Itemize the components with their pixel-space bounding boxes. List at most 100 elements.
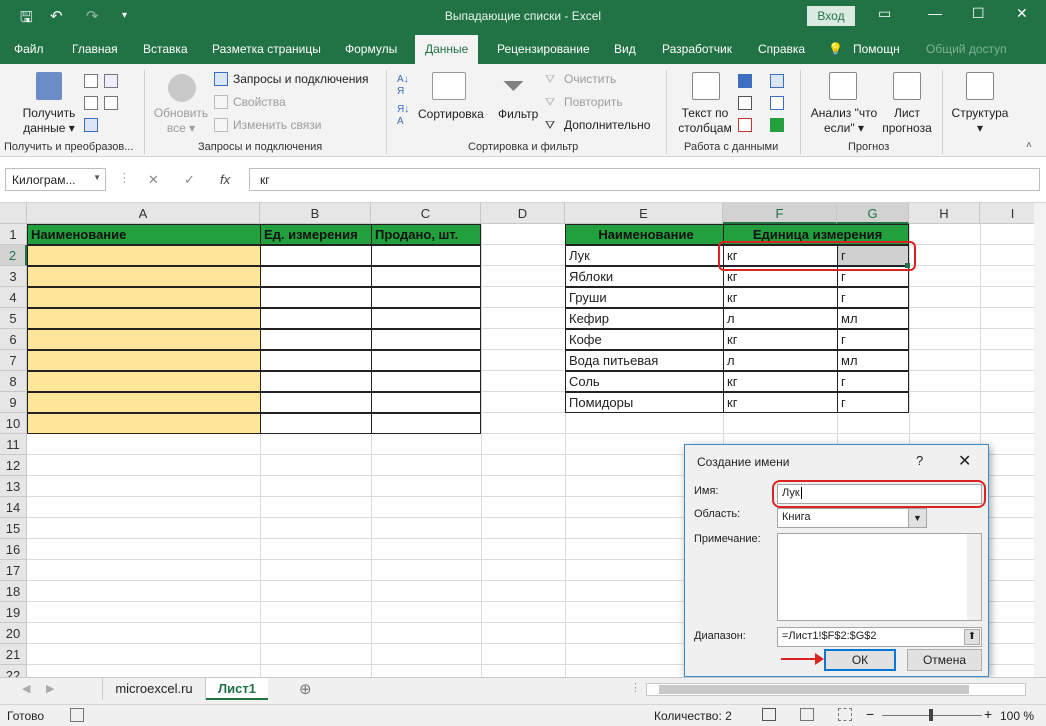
table1-cell[interactable]: [260, 350, 372, 371]
vertical-scrollbar[interactable]: [1034, 203, 1046, 677]
zoom-level[interactable]: 100 %: [1000, 709, 1034, 723]
table2-cell-unit[interactable]: мл: [837, 308, 909, 329]
tell-me-input[interactable]: Помощн: [853, 42, 900, 56]
add-sheet-icon[interactable]: ⊕: [299, 680, 312, 698]
enter-icon[interactable]: ✓: [184, 172, 195, 188]
edit-links-button[interactable]: Изменить связи: [233, 118, 321, 132]
row-header[interactable]: 21: [0, 644, 27, 665]
table1-cell[interactable]: [260, 329, 372, 350]
range-field[interactable]: =Лист1!$F$2:$G$2 ⬆: [777, 627, 982, 647]
table2-header-name[interactable]: Наименование: [565, 224, 724, 245]
tab-view[interactable]: Вид: [614, 42, 636, 56]
row-header[interactable]: 9: [0, 392, 27, 413]
from-web-icon[interactable]: [84, 96, 98, 110]
splitter-icon[interactable]: ⋮: [630, 681, 641, 694]
insert-function-icon[interactable]: fx: [220, 172, 230, 187]
row-header[interactable]: 2: [0, 245, 27, 266]
dialog-close-icon[interactable]: ✕: [958, 451, 971, 471]
table1-cell[interactable]: [27, 392, 261, 413]
tab-data[interactable]: Данные: [415, 35, 479, 64]
reapply-button[interactable]: Повторить: [564, 95, 623, 109]
comment-scrollbar[interactable]: [967, 534, 981, 620]
row-header[interactable]: 8: [0, 371, 27, 392]
table1-cell[interactable]: [260, 245, 372, 266]
relationships-icon[interactable]: [770, 96, 784, 110]
queries-connections-button[interactable]: Запросы и подключения: [233, 72, 369, 86]
table1-cell[interactable]: [27, 350, 261, 371]
table2-cell-name[interactable]: Соль: [565, 371, 724, 392]
table1-header-sold[interactable]: Продано, шт.: [371, 224, 481, 245]
minimize-icon[interactable]: —: [928, 5, 942, 21]
column-header-h[interactable]: H: [909, 203, 980, 224]
tab-help[interactable]: Справка: [758, 42, 805, 56]
column-header-f[interactable]: F: [723, 203, 837, 224]
sheet-tab-list1[interactable]: Лист1: [206, 678, 268, 700]
tab-review[interactable]: Рецензирование: [497, 42, 590, 56]
table2-cell-unit[interactable]: кг: [723, 392, 838, 413]
cancel-button[interactable]: Отмена: [907, 649, 982, 671]
table1-cell[interactable]: [371, 350, 481, 371]
scope-select[interactable]: Книга ▼: [777, 508, 927, 528]
close-icon[interactable]: ✕: [1016, 5, 1028, 22]
help-icon[interactable]: ?: [916, 453, 923, 468]
table1-cell[interactable]: [371, 266, 481, 287]
page-layout-view-icon[interactable]: [800, 708, 814, 721]
horizontal-scrollbar[interactable]: [646, 683, 1026, 696]
row-header[interactable]: 6: [0, 329, 27, 350]
row-header[interactable]: 14: [0, 497, 27, 518]
zoom-out-icon[interactable]: −: [866, 706, 874, 722]
share-button[interactable]: Общий доступ: [926, 42, 1007, 56]
name-box[interactable]: Килограм... ▼: [5, 168, 106, 191]
row-header[interactable]: 11: [0, 434, 27, 455]
tab-insert[interactable]: Вставка: [143, 42, 188, 56]
table1-cell[interactable]: [371, 287, 481, 308]
table2-cell-name[interactable]: Яблоки: [565, 266, 724, 287]
properties-button[interactable]: Свойства: [233, 95, 286, 109]
row-header[interactable]: 16: [0, 539, 27, 560]
prev-sheet-icon[interactable]: ◀: [22, 682, 30, 695]
table1-cell[interactable]: [27, 371, 261, 392]
fill-handle[interactable]: [905, 263, 910, 268]
forecast-sheet-button[interactable]: Лист прогноза: [876, 106, 938, 136]
normal-view-icon[interactable]: [762, 708, 776, 721]
row-header[interactable]: 7: [0, 350, 27, 371]
manage-data-model-icon[interactable]: [770, 118, 784, 132]
column-header-g[interactable]: G: [837, 203, 909, 224]
refresh-all-button[interactable]: Обновить все ▾: [148, 106, 214, 136]
tab-developer[interactable]: Разработчик: [662, 42, 732, 56]
table2-cell-unit[interactable]: г: [837, 329, 909, 350]
row-header[interactable]: 1: [0, 224, 27, 245]
row-header[interactable]: 18: [0, 581, 27, 602]
table2-cell-unit[interactable]: г: [837, 392, 909, 413]
table2-cell-name[interactable]: Груши: [565, 287, 724, 308]
table1-cell[interactable]: [371, 413, 481, 434]
sort-az-icon[interactable]: А↓ Я: [397, 74, 409, 98]
table1-cell[interactable]: [27, 413, 261, 434]
from-text-icon[interactable]: [84, 74, 98, 88]
table1-cell[interactable]: [260, 266, 372, 287]
advanced-filter-button[interactable]: Дополнительно: [564, 118, 650, 132]
row-header[interactable]: 15: [0, 518, 27, 539]
table1-cell[interactable]: [260, 392, 372, 413]
table1-cell[interactable]: [27, 329, 261, 350]
table1-cell[interactable]: [371, 371, 481, 392]
cancel-icon[interactable]: ✕: [148, 172, 159, 188]
chevron-down-icon[interactable]: ▼: [908, 509, 926, 527]
zoom-in-icon[interactable]: +: [984, 706, 992, 722]
row-header[interactable]: 3: [0, 266, 27, 287]
table2-cell-name[interactable]: Кофе: [565, 329, 724, 350]
row-header[interactable]: 5: [0, 308, 27, 329]
collapse-dialog-icon[interactable]: ⬆: [964, 629, 980, 645]
table2-cell-unit[interactable]: кг: [723, 329, 838, 350]
sheet-tab-microexcel[interactable]: microexcel.ru: [102, 678, 206, 700]
select-all-corner[interactable]: [0, 203, 27, 224]
remove-duplicates-icon[interactable]: [738, 96, 752, 110]
table1-header-name[interactable]: Наименование: [27, 224, 261, 245]
consolidate-icon[interactable]: [770, 74, 784, 88]
table1-cell[interactable]: [260, 371, 372, 392]
ok-button[interactable]: ОК: [824, 649, 896, 671]
table1-cell[interactable]: [371, 308, 481, 329]
flash-fill-icon[interactable]: [738, 74, 752, 88]
table1-cell[interactable]: [260, 287, 372, 308]
next-sheet-icon[interactable]: ▶: [46, 682, 54, 695]
